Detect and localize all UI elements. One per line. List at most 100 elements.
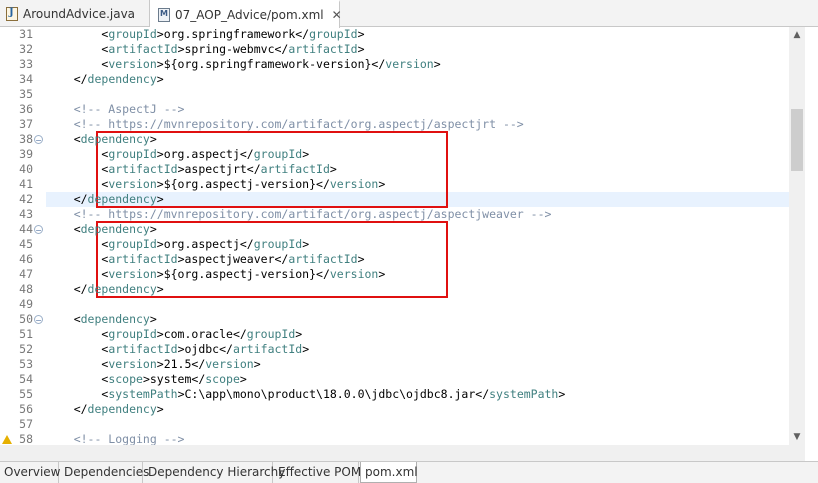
xml-comment: <!-- https://mvnrepository.com/artifact/…: [46, 207, 552, 221]
xml-tag-name: version: [329, 177, 379, 191]
xml-text: >system</: [142, 372, 206, 386]
xml-text: <: [46, 312, 81, 326]
xml-text: <: [46, 252, 109, 266]
xml-text: <: [46, 357, 109, 371]
line-number: 43: [19, 207, 33, 221]
code-line: <artifactId>aspectjweaver</artifactId>: [46, 252, 364, 267]
xml-text: <: [46, 162, 109, 176]
xml-text: </: [46, 402, 88, 416]
tab-pom-xml[interactable]: 07_AOP_Advice/pom.xml ✕: [150, 0, 342, 28]
xml-text: <: [46, 237, 109, 251]
code-line: <groupId>org.aspectj</groupId>: [46, 147, 309, 162]
xml-text: >: [149, 312, 157, 326]
code-line: <groupId>org.aspectj</groupId>: [46, 237, 309, 252]
warning-icon[interactable]: [2, 435, 12, 444]
xml-tag-name: version: [108, 177, 157, 191]
xml-tag-name: version: [108, 267, 157, 281]
xml-text: >: [239, 372, 247, 386]
xml-tag-name: version: [329, 267, 379, 281]
line-number: 51: [19, 327, 33, 341]
xml-text: >org.springframework</: [156, 27, 310, 41]
xml-text: <: [46, 27, 109, 41]
horizontal-scrollbar[interactable]: [0, 445, 805, 461]
xml-text: </: [46, 282, 88, 296]
line-number: 34: [19, 72, 33, 86]
xml-tag-name: dependency: [80, 222, 150, 236]
xml-text: >21.5</: [156, 357, 206, 371]
scroll-down-icon[interactable]: ▼: [789, 429, 805, 445]
code-line: <artifactId>ojdbc</artifactId>: [46, 342, 309, 357]
scroll-thumb[interactable]: [791, 109, 803, 171]
xml-tag-name: scope: [108, 372, 143, 386]
fold-toggle-icon[interactable]: −: [34, 135, 43, 145]
xml-text: <: [46, 57, 109, 71]
xml-text: >: [253, 357, 261, 371]
code-line: <systemPath>C:\app\mono\product\18.0.0\j…: [46, 387, 565, 402]
code-line: <version>${org.aspectj-version}</version…: [46, 177, 385, 192]
code-editor[interactable]: 31 <groupId>org.springframework</groupId…: [0, 27, 818, 461]
xml-text: <: [46, 177, 109, 191]
editor-tab-bar: AroundAdvice.java 07_AOP_Advice/pom.xml …: [0, 0, 818, 28]
fold-toggle-icon[interactable]: −: [34, 225, 43, 235]
line-number: 37: [19, 117, 33, 131]
line-number: 32: [19, 42, 33, 56]
line-number: 50: [19, 312, 33, 326]
code-line: </dependency>: [46, 282, 164, 297]
code-line: </dependency>: [46, 402, 164, 417]
code-line: <groupId>org.springframework</groupId>: [46, 27, 364, 42]
fold-toggle-icon[interactable]: −: [34, 315, 43, 325]
line-number: 41: [19, 177, 33, 191]
line-number: 40: [19, 162, 33, 176]
vertical-scrollbar[interactable]: ▲ ▼: [789, 27, 805, 445]
tab-around-advice-java[interactable]: AroundAdvice.java: [0, 0, 150, 27]
page-tab-dependency-hierarchy[interactable]: Dependency Hierarchy: [144, 462, 285, 483]
page-tab-dependencies[interactable]: Dependencies: [60, 462, 149, 483]
xml-text: >: [302, 237, 310, 251]
xml-tag-name: groupId: [309, 27, 358, 41]
xml-text: >: [156, 192, 164, 206]
xml-tag-name: groupId: [108, 147, 157, 161]
xml-text: >: [156, 282, 164, 296]
code-line: <version>21.5</version>: [46, 357, 261, 372]
xml-tag-name: artifactId: [108, 252, 178, 266]
xml-text: >${org.aspectj-version}</: [156, 177, 330, 191]
xml-tag-name: artifactId: [108, 342, 178, 356]
xml-text: >${org.aspectj-version}</: [156, 267, 330, 281]
xml-text: >: [329, 162, 337, 176]
xml-tag-name: groupId: [108, 237, 157, 251]
xml-text: <: [46, 222, 81, 236]
line-number: 38: [19, 132, 33, 146]
code-line: <scope>system</scope>: [46, 372, 247, 387]
xml-tag-name: dependency: [87, 72, 157, 86]
line-number: 44: [19, 222, 33, 236]
xml-text: >: [156, 402, 164, 416]
line-number: 39: [19, 147, 33, 161]
line-number: 49: [19, 297, 33, 311]
page-tab-effective-pom[interactable]: Effective POM: [274, 462, 361, 483]
line-number: 48: [19, 282, 33, 296]
code-line: <version>${org.springframework-version}<…: [46, 57, 440, 72]
xml-tag-name: artifactId: [108, 42, 178, 56]
code-line: <artifactId>spring-webmvc</artifactId>: [46, 42, 364, 57]
line-number: 55: [19, 387, 33, 401]
xml-text: >ojdbc</: [177, 342, 233, 356]
xml-tag-name: version: [205, 357, 254, 371]
line-number: 45: [19, 237, 33, 251]
line-number: 35: [19, 87, 33, 101]
line-number: 31: [19, 27, 33, 41]
code-line: </dependency>: [46, 192, 164, 207]
code-line: <dependency>: [46, 132, 157, 147]
xml-text: <: [46, 342, 109, 356]
xml-tag-name: dependency: [80, 132, 150, 146]
xml-comment: <!-- AspectJ -->: [46, 102, 185, 116]
xml-text: >: [295, 327, 303, 341]
page-tab-pom-xml[interactable]: pom.xml: [360, 462, 418, 483]
scroll-up-icon[interactable]: ▲: [789, 27, 805, 43]
page-tab-overview[interactable]: Overview: [0, 462, 61, 483]
xml-text: >: [378, 267, 386, 281]
code-line: <!-- https://mvnrepository.com/artifact/…: [46, 207, 552, 222]
xml-text: <: [46, 372, 109, 386]
xml-text: <: [46, 327, 109, 341]
close-icon[interactable]: ✕: [332, 8, 342, 22]
xml-text: <: [46, 387, 109, 401]
